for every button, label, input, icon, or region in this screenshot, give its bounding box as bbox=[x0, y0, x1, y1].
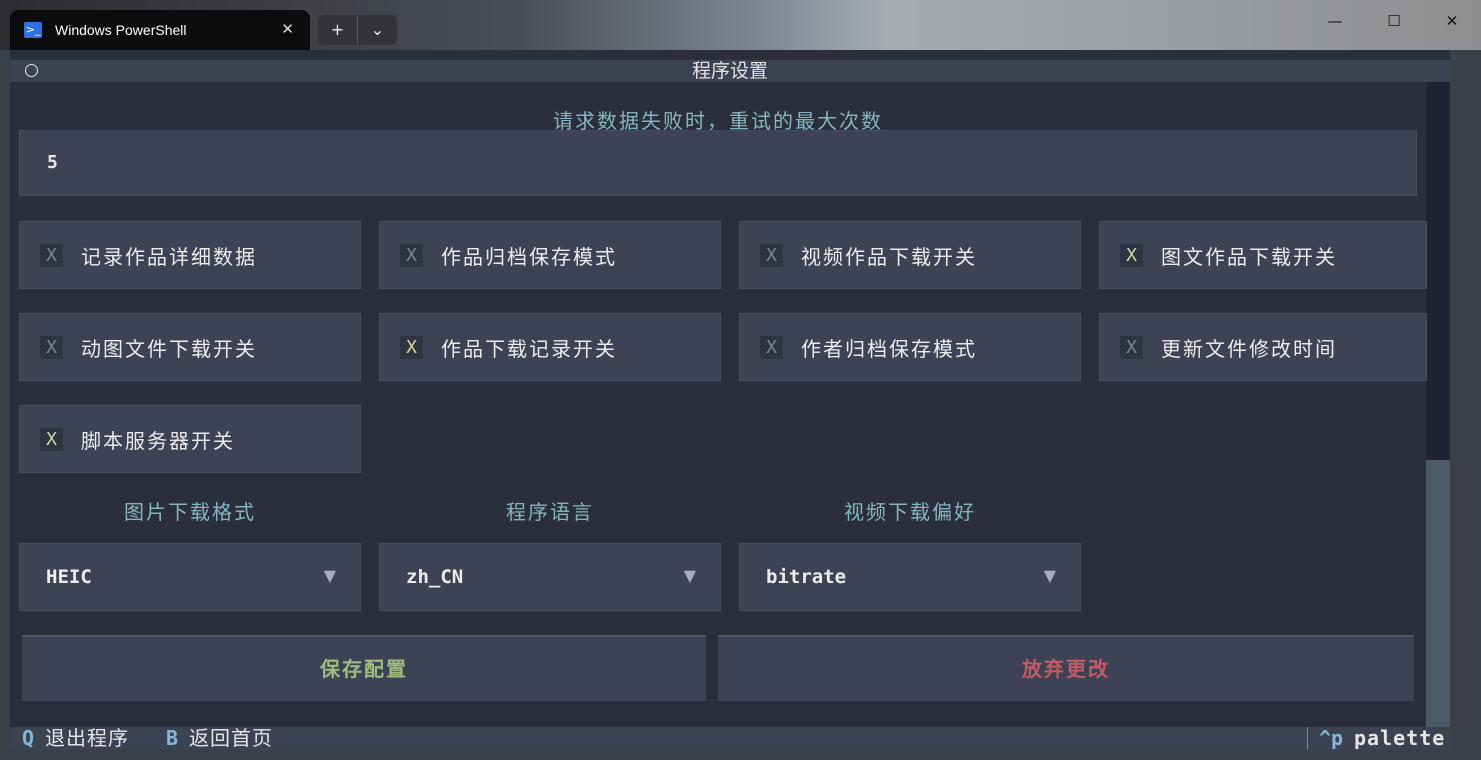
checkbox-mark: X bbox=[40, 243, 63, 267]
checkbox-mark: X bbox=[1120, 335, 1143, 359]
checkbox-download-record[interactable]: X 作品下载记录开关 bbox=[379, 313, 721, 381]
tab-actions: + ⌄ bbox=[318, 15, 397, 45]
checkbox-label: 作品下载记录开关 bbox=[441, 336, 617, 361]
maximize-button[interactable]: ☐ bbox=[1379, 12, 1409, 30]
back-key[interactable]: B bbox=[166, 727, 178, 750]
chevron-down-icon: ▼ bbox=[683, 566, 696, 585]
language-select[interactable]: zh_CN ▼ bbox=[379, 543, 721, 611]
video-preference-label: 视频下载偏好 bbox=[844, 500, 976, 524]
back-label[interactable]: 返回首页 bbox=[189, 727, 273, 750]
footer-bar: Q 退出程序 B 返回首页 ^p palette bbox=[10, 727, 1450, 750]
minimize-button[interactable]: — bbox=[1320, 12, 1350, 30]
checkbox-record-details[interactable]: X 记录作品详细数据 bbox=[19, 221, 361, 289]
quit-key[interactable]: Q bbox=[22, 727, 34, 750]
divider bbox=[1307, 727, 1308, 750]
checkbox-label: 视频作品下载开关 bbox=[801, 244, 977, 269]
checkbox-mark: X bbox=[1120, 243, 1143, 267]
image-format-label: 图片下载格式 bbox=[124, 500, 256, 524]
new-tab-button[interactable]: + bbox=[318, 15, 357, 45]
checkbox-label: 动图文件下载开关 bbox=[81, 336, 257, 361]
palette-key[interactable]: ^p bbox=[1319, 727, 1343, 750]
checkbox-archive-works[interactable]: X 作品归档保存模式 bbox=[379, 221, 721, 289]
scrollbar-thumb[interactable] bbox=[1426, 460, 1450, 727]
checkbox-archive-author[interactable]: X 作者归档保存模式 bbox=[739, 313, 1081, 381]
checkbox-gif-download[interactable]: X 动图文件下载开关 bbox=[19, 313, 361, 381]
tab-title: Windows PowerShell bbox=[55, 22, 187, 38]
page-title: 程序设置 bbox=[691, 60, 768, 82]
checkbox-label: 图文作品下载开关 bbox=[1161, 244, 1337, 269]
checkbox-label: 记录作品详细数据 bbox=[81, 244, 257, 269]
select-value: zh_CN bbox=[406, 566, 464, 588]
checkbox-update-mtime[interactable]: X 更新文件修改时间 bbox=[1099, 313, 1427, 381]
chevron-down-icon: ▼ bbox=[1043, 566, 1056, 585]
select-value: HEIC bbox=[46, 566, 92, 588]
title-bar: >_ Windows PowerShell ✕ + ⌄ — ☐ ✕ bbox=[0, 0, 1481, 50]
palette-label[interactable]: palette bbox=[1354, 727, 1445, 750]
tab-dropdown-button[interactable]: ⌄ bbox=[358, 15, 397, 45]
checkbox-script-server[interactable]: X 脚本服务器开关 bbox=[19, 405, 361, 473]
discard-button[interactable]: 放弃更改 bbox=[718, 635, 1414, 701]
powershell-icon: >_ bbox=[24, 22, 42, 38]
checkbox-label: 作品归档保存模式 bbox=[441, 244, 617, 269]
tab-close-icon[interactable]: ✕ bbox=[281, 20, 294, 38]
checkbox-image-download[interactable]: X 图文作品下载开关 bbox=[1099, 221, 1427, 289]
checkbox-mark: X bbox=[760, 335, 783, 359]
checkbox-mark: X bbox=[400, 335, 423, 359]
retry-value: 5 bbox=[47, 152, 58, 173]
retry-input[interactable]: 5 bbox=[19, 130, 1417, 196]
checkbox-mark: X bbox=[400, 243, 423, 267]
app-header: 程序设置 bbox=[10, 60, 1450, 82]
chevron-down-icon: ▼ bbox=[323, 566, 336, 585]
checkbox-label: 脚本服务器开关 bbox=[81, 428, 235, 453]
checkbox-label: 作者归档保存模式 bbox=[801, 336, 977, 361]
language-label: 程序语言 bbox=[506, 500, 594, 524]
terminal-area: 程序设置 请求数据失败时，重试的最大次数 5 X 记录作品详细数据 X 作品归档… bbox=[10, 50, 1450, 750]
tab-powershell[interactable]: >_ Windows PowerShell ✕ bbox=[10, 10, 310, 50]
video-preference-select[interactable]: bitrate ▼ bbox=[739, 543, 1081, 611]
checkbox-mark: X bbox=[760, 243, 783, 267]
checkbox-label: 更新文件修改时间 bbox=[1161, 336, 1337, 361]
checkbox-video-download[interactable]: X 视频作品下载开关 bbox=[739, 221, 1081, 289]
close-window-button[interactable]: ✕ bbox=[1437, 12, 1467, 30]
checkbox-mark: X bbox=[40, 427, 63, 451]
save-button[interactable]: 保存配置 bbox=[22, 635, 706, 701]
quit-label[interactable]: 退出程序 bbox=[45, 727, 129, 750]
select-value: bitrate bbox=[766, 566, 847, 588]
image-format-select[interactable]: HEIC ▼ bbox=[19, 543, 361, 611]
checkbox-mark: X bbox=[40, 335, 63, 359]
